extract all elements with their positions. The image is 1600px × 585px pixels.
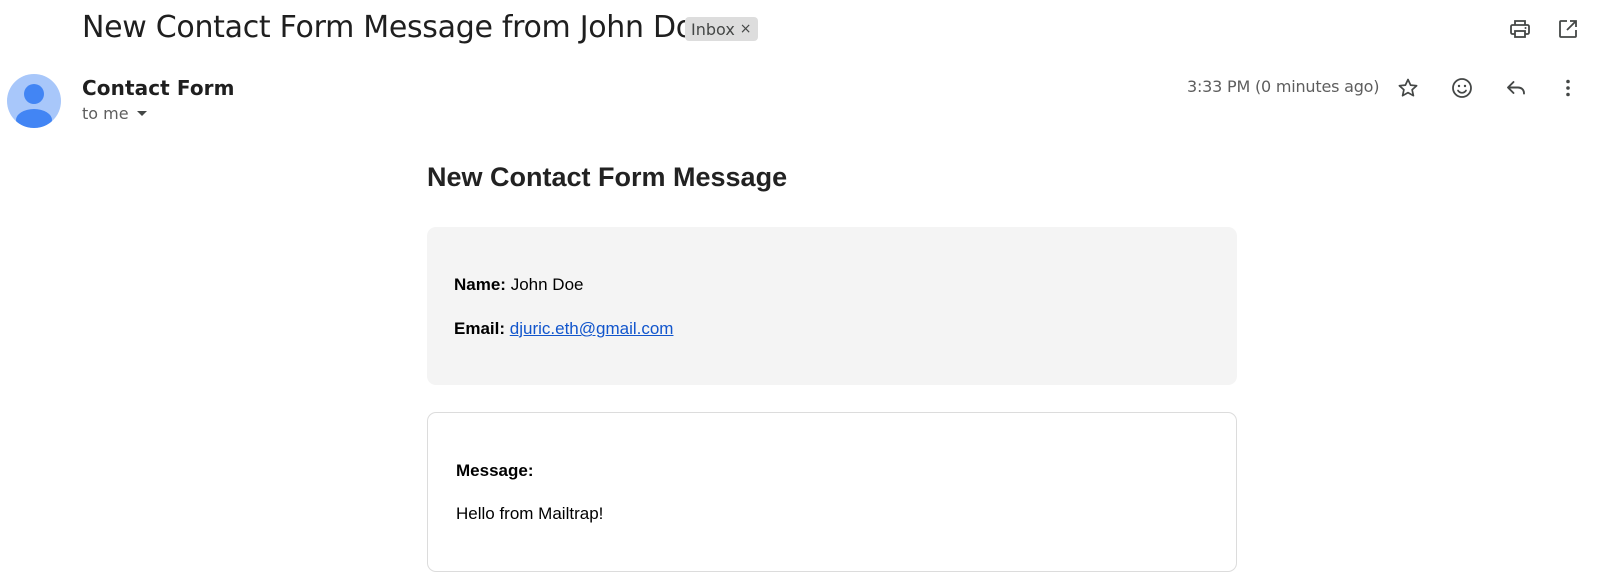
recipient-label: to me xyxy=(82,104,129,123)
contact-info-box: Name: John Doe Email: djuric.eth@gmail.c… xyxy=(427,227,1237,385)
email-link[interactable]: djuric.eth@gmail.com xyxy=(510,319,674,338)
email-field: Email: djuric.eth@gmail.com xyxy=(454,319,673,339)
message-body: Hello from Mailtrap! xyxy=(456,504,604,523)
open-in-new-window-icon xyxy=(1559,20,1577,38)
person-icon xyxy=(16,84,52,128)
label-chip-text: Inbox xyxy=(691,19,735,39)
sender-avatar[interactable] xyxy=(7,74,61,128)
message-label: Message: xyxy=(456,461,534,480)
remove-label-icon[interactable]: × xyxy=(740,21,752,37)
name-field: Name: John Doe xyxy=(454,275,583,295)
chevron-down-icon[interactable] xyxy=(136,111,147,116)
email-label: Email: xyxy=(454,319,506,338)
message-box: Message: Hello from Mailtrap! xyxy=(427,412,1237,572)
recipient-details[interactable]: to me xyxy=(82,104,147,123)
print-button[interactable] xyxy=(1500,9,1540,49)
print-icon xyxy=(1510,20,1530,38)
add-reaction-button[interactable] xyxy=(1442,68,1482,108)
email-subject: New Contact Form Message from John Doe xyxy=(82,10,712,45)
more-vert-icon xyxy=(1566,79,1570,97)
reply-icon xyxy=(1507,81,1525,95)
message-timestamp: 3:33 PM (0 minutes ago) xyxy=(1187,77,1380,96)
email-body-title: New Contact Form Message xyxy=(427,162,788,192)
more-options-button[interactable] xyxy=(1548,68,1588,108)
inbox-label-chip[interactable]: Inbox × xyxy=(685,17,758,41)
name-value: John Doe xyxy=(510,275,584,294)
emoji-reaction-icon xyxy=(1452,78,1472,98)
star-button[interactable] xyxy=(1388,68,1428,108)
star-icon xyxy=(1398,78,1418,97)
name-label: Name: xyxy=(454,275,506,294)
sender-name[interactable]: Contact Form xyxy=(82,76,235,100)
reply-button[interactable] xyxy=(1496,68,1536,108)
open-in-new-window-button[interactable] xyxy=(1548,9,1588,49)
